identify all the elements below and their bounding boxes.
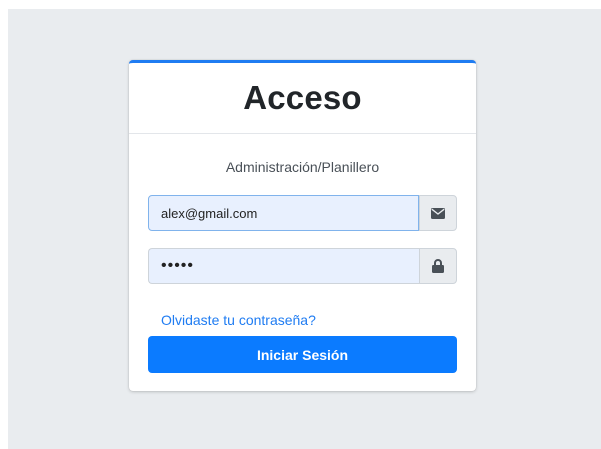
password-field[interactable] — [148, 248, 419, 284]
envelope-icon — [431, 207, 445, 219]
email-input-group — [148, 195, 457, 231]
email-addon — [419, 195, 457, 231]
forgot-password-link[interactable]: Olvidaste tu contraseña? — [161, 312, 316, 328]
email-field[interactable] — [148, 195, 419, 231]
login-card: Acceso Administración/Planillero Olvidas… — [129, 60, 476, 391]
password-input-group — [148, 248, 457, 284]
login-title: Acceso — [243, 79, 362, 116]
card-header: Acceso — [129, 63, 476, 134]
password-addon — [419, 248, 457, 284]
login-button[interactable]: Iniciar Sesión — [148, 336, 457, 373]
lock-icon — [432, 259, 444, 273]
login-subtitle: Administración/Planillero — [225, 159, 380, 175]
